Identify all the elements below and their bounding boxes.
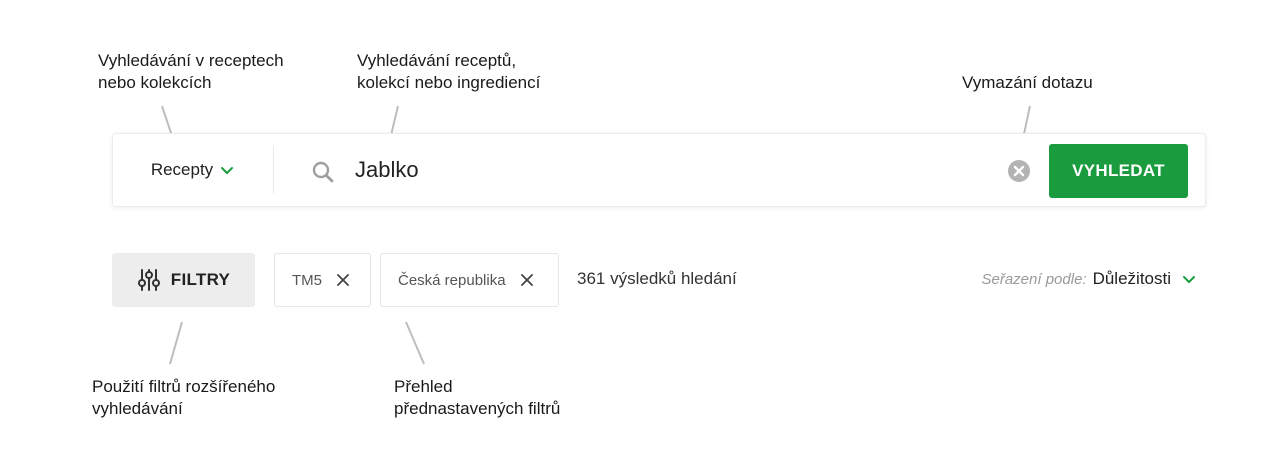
filters-button-label: FILTRY (170, 270, 231, 289)
filter-chip-label: TM5 (292, 271, 322, 289)
annotation-chips-line1: Přehled (394, 377, 453, 396)
annotation-query: Vyhledávání receptů, kolekcí nebo ingred… (357, 50, 540, 94)
leader-filters (169, 321, 183, 365)
annotation-query-line2: kolekcí nebo ingrediencí (357, 73, 541, 92)
search-button[interactable]: VYHLEDAT (1049, 144, 1188, 198)
results-count: 361 výsledků hledání (577, 269, 737, 288)
search-bar: Recepty VYHLEDAT (112, 133, 1206, 207)
annotation-clear: Vymazání dotazu (962, 72, 1093, 94)
annotation-filters-line1: Použití filtrů rozšířeného (92, 377, 276, 396)
page: Vyhledávání v receptech nebo kolekcích V… (0, 0, 1280, 469)
annotation-filters: Použití filtrů rozšířeného vyhledávání (92, 376, 275, 420)
chevron-down-icon (1183, 276, 1195, 283)
filter-chip-label: Česká republika (398, 271, 506, 289)
annotation-query-line1: Vyhledávání receptů, (357, 51, 517, 70)
close-icon[interactable] (336, 273, 350, 287)
sort-dropdown[interactable]: Seřazení podle: Důležitosti (982, 269, 1198, 289)
filters-button[interactable]: FILTRY (112, 253, 255, 307)
search-scope-dropdown[interactable]: Recepty (113, 134, 273, 206)
filter-chip-tm5: TM5 (274, 253, 371, 307)
sort-value: Důležitosti (1092, 269, 1171, 288)
sort-label: Seřazení podle: (981, 270, 1087, 288)
leader-chips (405, 321, 425, 365)
sliders-icon (137, 269, 160, 291)
chevron-down-icon (221, 167, 234, 174)
annotation-chips: Přehled přednastavených filtrů (394, 376, 560, 420)
scope-divider (273, 146, 274, 194)
annotation-scope-line2: nebo kolekcích (98, 73, 212, 92)
annotation-filters-line2: vyhledávání (92, 399, 183, 418)
annotation-scope: Vyhledávání v receptech nebo kolekcích (98, 50, 284, 94)
annotation-scope-line1: Vyhledávání v receptech (98, 51, 284, 70)
annotation-chips-line2: přednastavených filtrů (394, 399, 561, 418)
filter-chip-country: Česká republika (380, 253, 559, 307)
clear-query-icon[interactable] (1008, 160, 1030, 182)
search-icon (312, 161, 334, 183)
search-input[interactable] (355, 154, 995, 186)
annotation-clear-line1: Vymazání dotazu (962, 73, 1093, 92)
close-icon[interactable] (520, 273, 534, 287)
search-scope-label: Recepty (150, 160, 214, 179)
